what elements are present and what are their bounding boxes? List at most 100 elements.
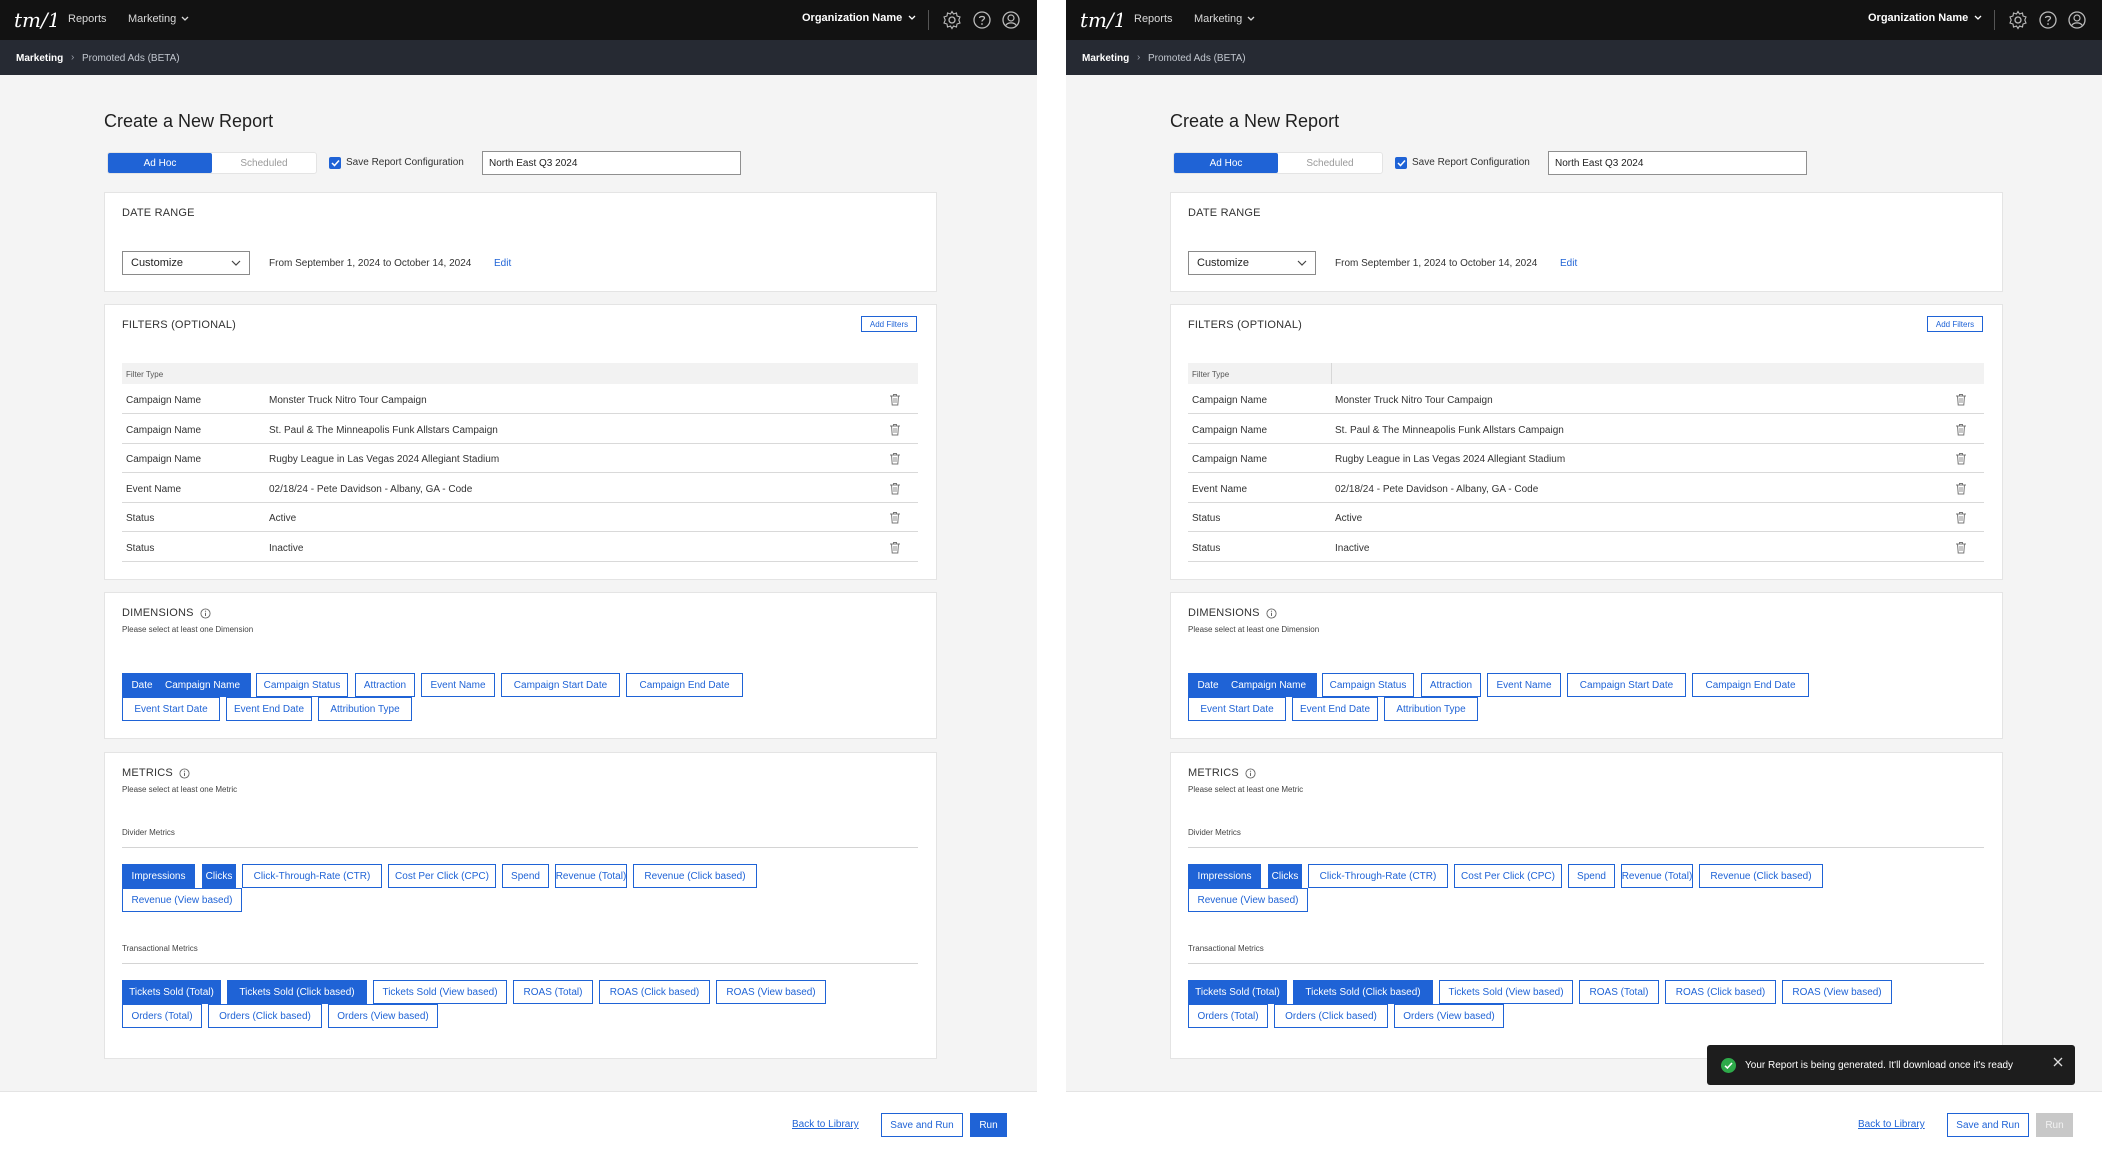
- transactional-metric-chip[interactable]: ROAS (View based): [716, 980, 826, 1004]
- dimension-chip[interactable]: Campaign Status: [256, 673, 348, 697]
- info-icon[interactable]: [1245, 767, 1256, 779]
- divider-metric-chip[interactable]: Cost Per Click (CPC): [1454, 864, 1562, 888]
- dimension-chip[interactable]: Event Name: [1487, 673, 1561, 697]
- divider-metric-chip[interactable]: Revenue (Total): [555, 864, 627, 888]
- divider-metric-chip[interactable]: Spend: [502, 864, 549, 888]
- dimension-chip[interactable]: Campaign Status: [1322, 673, 1414, 697]
- transactional-metric-chip[interactable]: ROAS (Total): [1579, 980, 1659, 1004]
- save-config-checkbox[interactable]: [329, 157, 341, 169]
- report-name-input[interactable]: [1548, 151, 1807, 175]
- gear-icon[interactable]: [942, 10, 962, 30]
- dimension-chip[interactable]: Attraction: [1421, 673, 1481, 697]
- edit-date-link[interactable]: Edit: [494, 258, 511, 269]
- tab-adhoc[interactable]: Ad Hoc: [108, 153, 212, 173]
- divider-metric-chip[interactable]: Spend: [1568, 864, 1615, 888]
- nav-reports[interactable]: Reports: [1134, 13, 1173, 25]
- trash-icon[interactable]: [1955, 511, 1967, 524]
- dimension-chip[interactable]: Campaign Start Date: [1567, 673, 1686, 697]
- breadcrumb-marketing[interactable]: Marketing: [16, 53, 63, 64]
- date-range-select[interactable]: Customize: [1188, 251, 1316, 275]
- back-to-library-link[interactable]: Back to Library: [1858, 1119, 1925, 1130]
- transactional-metric-chip[interactable]: Tickets Sold (View based): [373, 980, 507, 1004]
- dimension-chip[interactable]: Campaign End Date: [1692, 673, 1809, 697]
- transactional-metric-chip[interactable]: Orders (Click based): [1274, 1004, 1388, 1028]
- dimension-chip[interactable]: Campaign Start Date: [501, 673, 620, 697]
- divider-metric-chip[interactable]: Revenue (Total): [1621, 864, 1693, 888]
- transactional-metric-chip[interactable]: Orders (Total): [1188, 1004, 1268, 1028]
- transactional-metric-chip[interactable]: Tickets Sold (Click based): [1293, 980, 1433, 1004]
- dimension-chip[interactable]: Event Name: [421, 673, 495, 697]
- trash-icon[interactable]: [1955, 541, 1967, 554]
- trash-icon[interactable]: [889, 511, 901, 524]
- save-and-run-button[interactable]: Save and Run: [1947, 1113, 2029, 1137]
- divider-metric-chip[interactable]: Clicks: [1268, 864, 1302, 888]
- transactional-metric-chip[interactable]: Tickets Sold (Total): [1188, 980, 1287, 1004]
- help-icon[interactable]: [972, 10, 992, 30]
- divider-metric-chip[interactable]: Click-Through-Rate (CTR): [242, 864, 382, 888]
- trash-icon[interactable]: [889, 423, 901, 436]
- tab-scheduled[interactable]: Scheduled: [1278, 153, 1382, 173]
- divider-metric-chip[interactable]: Revenue (Click based): [1699, 864, 1823, 888]
- nav-reports[interactable]: Reports: [68, 13, 107, 25]
- trash-icon[interactable]: [1955, 423, 1967, 436]
- org-selector[interactable]: Organization Name: [802, 12, 916, 24]
- transactional-metric-chip[interactable]: Orders (View based): [328, 1004, 438, 1028]
- dimension-chip[interactable]: Campaign Name: [154, 673, 251, 697]
- divider-metric-chip[interactable]: Clicks: [202, 864, 236, 888]
- dimension-chip[interactable]: Campaign End Date: [626, 673, 743, 697]
- transactional-metric-chip[interactable]: Tickets Sold (Total): [122, 980, 221, 1004]
- add-filters-button[interactable]: Add Filters: [1927, 316, 1983, 332]
- trash-icon[interactable]: [889, 482, 901, 495]
- tm1-logo[interactable]: tm/1: [1080, 4, 1122, 36]
- trash-icon[interactable]: [889, 393, 901, 406]
- transactional-metric-chip[interactable]: ROAS (Click based): [1665, 980, 1776, 1004]
- trash-icon[interactable]: [1955, 452, 1967, 465]
- dimension-chip[interactable]: Attribution Type: [1384, 697, 1478, 721]
- divider-metric-chip[interactable]: Impressions: [1188, 864, 1261, 888]
- info-icon[interactable]: [1266, 607, 1277, 619]
- user-icon[interactable]: [2067, 10, 2087, 30]
- transactional-metric-chip[interactable]: ROAS (View based): [1782, 980, 1892, 1004]
- trash-icon[interactable]: [1955, 393, 1967, 406]
- nav-marketing[interactable]: Marketing: [128, 13, 189, 25]
- user-icon[interactable]: [1001, 10, 1021, 30]
- dimension-chip[interactable]: Attraction: [355, 673, 415, 697]
- breadcrumb-marketing[interactable]: Marketing: [1082, 53, 1129, 64]
- dimension-chip[interactable]: Event Start Date: [1188, 697, 1286, 721]
- dimension-chip[interactable]: Event End Date: [1292, 697, 1378, 721]
- divider-metric-chip[interactable]: Revenue (Click based): [633, 864, 757, 888]
- help-icon[interactable]: [2038, 10, 2058, 30]
- divider-metric-chip[interactable]: Cost Per Click (CPC): [388, 864, 496, 888]
- tab-scheduled[interactable]: Scheduled: [212, 153, 316, 173]
- close-icon[interactable]: [2052, 1056, 2064, 1068]
- divider-metric-chip[interactable]: Revenue (View based): [122, 888, 242, 912]
- report-name-input[interactable]: [482, 151, 741, 175]
- divider-metric-chip[interactable]: Impressions: [122, 864, 195, 888]
- transactional-metric-chip[interactable]: ROAS (Total): [513, 980, 593, 1004]
- dimension-chip[interactable]: Attribution Type: [318, 697, 412, 721]
- trash-icon[interactable]: [1955, 482, 1967, 495]
- org-selector[interactable]: Organization Name: [1868, 12, 1982, 24]
- nav-marketing[interactable]: Marketing: [1194, 13, 1255, 25]
- add-filters-button[interactable]: Add Filters: [861, 316, 917, 332]
- back-to-library-link[interactable]: Back to Library: [792, 1119, 859, 1130]
- tab-adhoc[interactable]: Ad Hoc: [1174, 153, 1278, 173]
- edit-date-link[interactable]: Edit: [1560, 258, 1577, 269]
- transactional-metric-chip[interactable]: Orders (Total): [122, 1004, 202, 1028]
- trash-icon[interactable]: [889, 541, 901, 554]
- save-and-run-button[interactable]: Save and Run: [881, 1113, 963, 1137]
- gear-icon[interactable]: [2008, 10, 2028, 30]
- transactional-metric-chip[interactable]: Orders (View based): [1394, 1004, 1504, 1028]
- divider-metric-chip[interactable]: Revenue (View based): [1188, 888, 1308, 912]
- transactional-metric-chip[interactable]: Tickets Sold (Click based): [227, 980, 367, 1004]
- trash-icon[interactable]: [889, 452, 901, 465]
- info-icon[interactable]: [179, 767, 190, 779]
- save-config-checkbox[interactable]: [1395, 157, 1407, 169]
- transactional-metric-chip[interactable]: ROAS (Click based): [599, 980, 710, 1004]
- run-button[interactable]: Run: [970, 1113, 1007, 1137]
- date-range-select[interactable]: Customize: [122, 251, 250, 275]
- dimension-chip[interactable]: Event End Date: [226, 697, 312, 721]
- info-icon[interactable]: [200, 607, 211, 619]
- transactional-metric-chip[interactable]: Orders (Click based): [208, 1004, 322, 1028]
- dimension-chip[interactable]: Campaign Name: [1220, 673, 1317, 697]
